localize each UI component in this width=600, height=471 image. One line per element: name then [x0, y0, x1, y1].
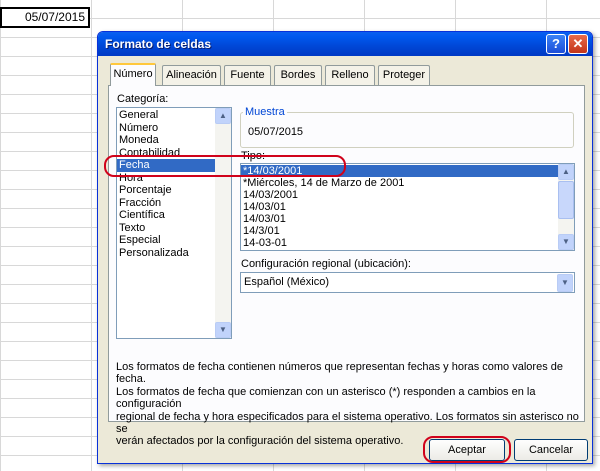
type-item[interactable]: 14/03/2001	[241, 189, 558, 201]
sample-value: 05/07/2015	[248, 126, 304, 138]
tab-relleno[interactable]: Relleno	[325, 65, 375, 85]
accept-button[interactable]: Aceptar	[429, 439, 505, 461]
scroll-up-icon[interactable]: ▲	[215, 108, 231, 124]
category-item[interactable]: Porcentaje	[117, 184, 215, 197]
format-description: Los formatos de fecha contienen números …	[116, 361, 582, 448]
category-item[interactable]: Hora	[117, 172, 215, 185]
active-cell[interactable]: 05/07/2015	[0, 7, 90, 28]
help-icon[interactable]: ?	[546, 34, 566, 54]
category-item[interactable]: Texto	[117, 222, 215, 235]
category-scrollbar[interactable]: ▲ ▼	[215, 108, 231, 338]
locale-select[interactable]: Español (México) ▼	[240, 272, 575, 293]
close-icon[interactable]: ✕	[568, 34, 588, 54]
dialog-title: Formato de celdas	[105, 37, 212, 51]
type-item[interactable]: 14/03/01	[241, 213, 558, 225]
tab-bordes[interactable]: Bordes	[274, 65, 322, 85]
category-listbox[interactable]: General Número Moneda Contabilidad Fecha…	[116, 107, 232, 339]
chevron-down-icon[interactable]: ▼	[557, 274, 573, 292]
category-item[interactable]: Científica	[117, 209, 215, 222]
type-item[interactable]: 14/03/01	[241, 201, 558, 213]
locale-label: Configuración regional (ubicación):	[241, 258, 411, 270]
locale-value: Español (México)	[244, 276, 329, 288]
tab-alineacion[interactable]: Alineación	[162, 65, 221, 85]
category-item[interactable]: Especial	[117, 234, 215, 247]
tab-numero[interactable]: Número	[110, 63, 156, 86]
category-item[interactable]: General	[117, 109, 215, 122]
category-item[interactable]: Número	[117, 122, 215, 135]
description-line: Los formatos de fecha contienen números …	[116, 361, 563, 386]
tab-proteger[interactable]: Proteger	[378, 65, 430, 85]
scroll-thumb[interactable]	[558, 181, 574, 219]
scroll-down-icon[interactable]: ▼	[215, 322, 231, 338]
category-item[interactable]: Contabilidad	[117, 147, 215, 160]
type-item[interactable]: *Miércoles, 14 de Marzo de 2001	[241, 177, 558, 189]
category-label: Categoría:	[117, 93, 169, 105]
type-scrollbar[interactable]: ▲ ▼	[558, 164, 574, 250]
type-item-selected[interactable]: *14/03/2001	[241, 165, 558, 177]
category-item-selected[interactable]: Fecha	[117, 159, 215, 172]
description-line: verán afectados por la configuración del…	[116, 435, 404, 448]
description-line: regional de fecha y hora especificados p…	[116, 410, 579, 436]
tab-fuente[interactable]: Fuente	[224, 65, 271, 85]
type-label: Tipo:	[241, 150, 266, 162]
scroll-down-icon[interactable]: ▼	[558, 234, 574, 250]
cancel-button[interactable]: Cancelar	[514, 439, 588, 461]
category-item[interactable]: Personalizada	[117, 247, 215, 260]
category-item[interactable]: Moneda	[117, 134, 215, 147]
type-item[interactable]: 14/3/01	[241, 225, 558, 237]
category-item[interactable]: Fracción	[117, 197, 215, 210]
type-listbox[interactable]: *14/03/2001 *Miércoles, 14 de Marzo de 2…	[240, 163, 575, 251]
type-item[interactable]: 14-03-01	[241, 237, 558, 249]
description-line: Los formatos de fecha que comienzan con …	[116, 385, 536, 411]
dialog-titlebar[interactable]: Formato de celdas ? ✕	[98, 32, 592, 56]
sample-label: Muestra	[243, 106, 287, 118]
scroll-up-icon[interactable]: ▲	[558, 164, 574, 180]
